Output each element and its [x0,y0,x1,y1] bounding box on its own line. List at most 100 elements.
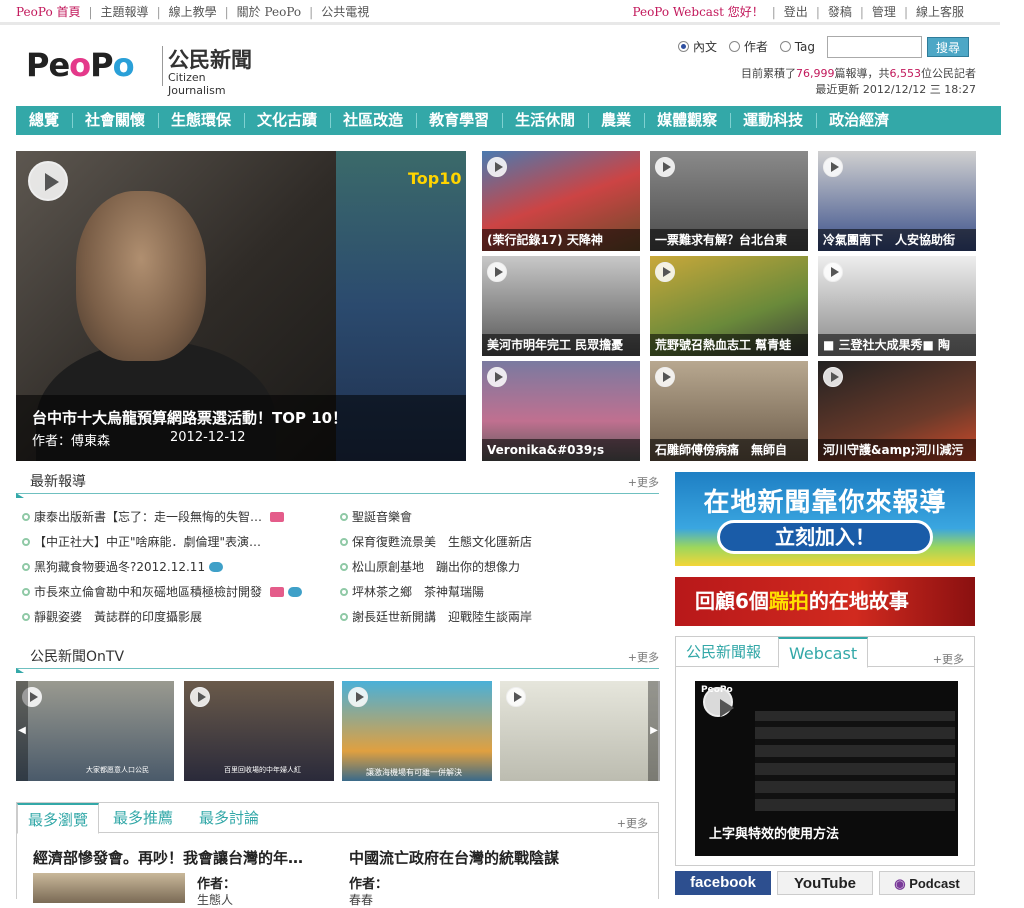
ontv-thumb[interactable]: 讓激海機場有可雖一併解決 [342,681,492,781]
news-item[interactable]: 黑狗藏食物要過冬?2012.12.11 [22,558,224,575]
nav-culture[interactable]: 文化古蹟 [244,106,330,135]
video-thumb[interactable]: 冷氣團南下 人安協助街 [818,151,976,251]
join-button[interactable]: 立刻加入！ [717,520,933,554]
news-item[interactable]: 保育復甦流景美 生態文化匯新店 [340,533,532,550]
play-icon [655,367,675,387]
report-count: 76,999 [796,67,835,80]
play-icon [823,367,843,387]
ontv-thumb[interactable]: 百里回收場的中年婦人紅 [184,681,334,781]
tab-most-discussed[interactable]: 最多討論 [189,803,269,833]
manage-link[interactable]: 管理 [872,5,896,19]
thumb-caption: 河川守護&amp;河川減污 [818,439,976,461]
nav-community[interactable]: 社區改造 [330,106,416,135]
nav-ecology[interactable]: 生態環保 [158,106,244,135]
video-thumb[interactable]: ■ 三登社大成果秀■ 陶 [818,256,976,356]
webcast-more-link[interactable]: +更多 [933,651,964,667]
video-thumb[interactable]: 荒野號召熱血志工 幫青蛙 [650,256,808,356]
hero-play-icon[interactable] [28,161,68,201]
news-item[interactable]: 康泰出版新書【忘了：走一段無悔的失智… [22,508,285,525]
news-item[interactable]: 市長來立倫會勘中和灰磘地區積極檢討開發 [22,583,303,600]
podcast-icon[interactable]: ◉ Podcast [879,871,975,895]
author-name[interactable]: 生態人 [197,891,233,908]
news-item[interactable]: 【中正社大】中正"啥麻能．劇倫理"表演… [22,533,261,550]
bullet-icon [340,538,348,546]
nav-education[interactable]: 教育學習 [416,106,502,135]
news-item[interactable]: 坪林茶之鄉 茶神幫瑞陽 [340,583,484,600]
radio-author[interactable] [728,41,740,52]
news-item[interactable]: 松山原創基地 蹦出你的想像力 [340,558,520,575]
bullet-icon [340,563,348,571]
tab-citizen-news[interactable]: 公民新聞報 [676,637,771,667]
ontv-more-link[interactable]: +更多 [628,649,659,665]
webcast-video[interactable]: PeoPo 上字與特效的使用方法 [695,681,958,856]
video-thumb[interactable]: 一票難求有解？台北台東 [650,151,808,251]
top-link-pts[interactable]: 公共電視 [321,5,369,19]
search-area: 內文 作者 Tag 搜尋 [678,36,978,60]
ontv-thumb[interactable] [500,681,658,781]
top-bar: PeoPo 首頁 | 主題報導 | 線上教學 | 關於 PeoPo | 公共電視 PeoPo W… [0,0,1000,22]
tab-most-viewed[interactable]: 最多瀏覽 [17,803,100,834]
post-link[interactable]: 發稿 [828,5,852,19]
top-link-about[interactable]: 關於 PeoPo [237,5,302,19]
top-link-topics[interactable]: 主題報導 [101,5,149,19]
site-logo[interactable]: PeoPo 公民新聞 Citizen Journalism [26,44,266,97]
video-thumb[interactable]: 美河市明年完工 民眾擔憂 [482,256,640,356]
logo-wordmark: PeoPo [26,46,135,84]
play-icon [823,262,843,282]
popular-headline[interactable]: 中國流亡政府在台灣的統戰陰謀 [349,847,559,868]
video-text-screen [755,711,955,811]
nav-social[interactable]: 社會關懷 [72,106,158,135]
stories-banner[interactable]: 回顧6個踹拍的在地故事 [675,577,975,626]
tab-most-recommended[interactable]: 最多推薦 [103,803,183,833]
join-banner-text: 在地新聞靠你來報導 [703,488,947,518]
popular-more-link[interactable]: +更多 [617,815,648,831]
top-links-left: PeoPo 首頁 | 主題報導 | 線上教學 | 關於 PeoPo | 公共電視 [16,5,370,19]
carousel-next-icon[interactable]: ▶ [648,681,660,781]
hero-video[interactable]: Top10 台中市十大烏龍預算網路票選活動！TOP 10！ 作者：傅東森 201… [16,151,466,461]
top-link-home[interactable]: PeoPo 首頁 [16,5,81,19]
search-button[interactable]: 搜尋 [927,37,969,57]
news-item[interactable]: 聖誕音樂會 [340,508,412,525]
latest-news-header: 最新報導 +更多 [16,470,659,498]
popular-tabs: 最多瀏覽 最多推薦 最多討論 [17,803,658,834]
popular-headline[interactable]: 經濟部慘發會。再吵！我會讓台灣的年… [33,847,303,868]
camera-icon [270,512,285,522]
news-item-text: 松山原創基地 蹦出你的想像力 [352,560,521,574]
nav-sports-tech[interactable]: 運動科技 [730,106,816,135]
play-icon [823,157,843,177]
logout-link[interactable]: 登出 [784,5,808,19]
site-stats: 目前累積了76,999篇報導，共6,553位公民記者 最近更新 2012/12/… [741,66,976,98]
nav-leisure[interactable]: 生活休閒 [502,106,588,135]
nav-media[interactable]: 媒體觀察 [644,106,730,135]
ontv-thumb[interactable]: 大家都愿意人口公民 [16,681,174,781]
carousel-prev-icon[interactable]: ◀ [16,681,28,781]
support-link[interactable]: 線上客服 [916,5,964,19]
hero-title[interactable]: 台中市十大烏龍預算網路票選活動！TOP 10！ [32,407,347,428]
news-item[interactable]: 謝長廷世新開講 迎戰陸生談兩岸 [340,608,532,625]
play-icon [506,687,526,707]
video-thumb[interactable]: Veronika&#039;s [482,361,640,461]
latest-more-link[interactable]: +更多 [628,474,659,490]
top-link-tutorial[interactable]: 線上教學 [169,5,217,19]
nav-agriculture[interactable]: 農業 [588,106,644,135]
news-item[interactable]: 靜觀姿婆 黃誌群的印度攝影展 [22,608,202,625]
radio-tag[interactable] [779,41,791,52]
hero-caption-overlay [16,395,466,461]
video-thumb[interactable]: 河川守護&amp;河川減污 [818,361,976,461]
radio-content[interactable] [678,41,689,52]
play-icon [487,262,507,282]
nav-politics[interactable]: 政治經濟 [816,106,902,135]
play-icon[interactable] [703,687,734,717]
video-thumb[interactable]: 石雕師傅傍病痛 無師自 [650,361,808,461]
search-input[interactable] [827,36,922,58]
section-marker [16,668,24,673]
news-item-text: 市長來立倫會勘中和灰磘地區積極檢討開發 [34,585,263,599]
join-banner[interactable]: 在地新聞靠你來報導 立刻加入！ [675,472,975,566]
nav-overview[interactable]: 總覽 [16,106,72,135]
video-thumb[interactable]: (茉行記錄17) 天降神 [482,151,640,251]
facebook-icon[interactable]: facebook [675,871,771,895]
tab-webcast[interactable]: Webcast [778,637,869,668]
author-name[interactable]: 春春 [349,891,373,908]
youtube-icon[interactable]: YouTube [777,871,873,895]
thumb-caption: (茉行記錄17) 天降神 [482,229,640,251]
